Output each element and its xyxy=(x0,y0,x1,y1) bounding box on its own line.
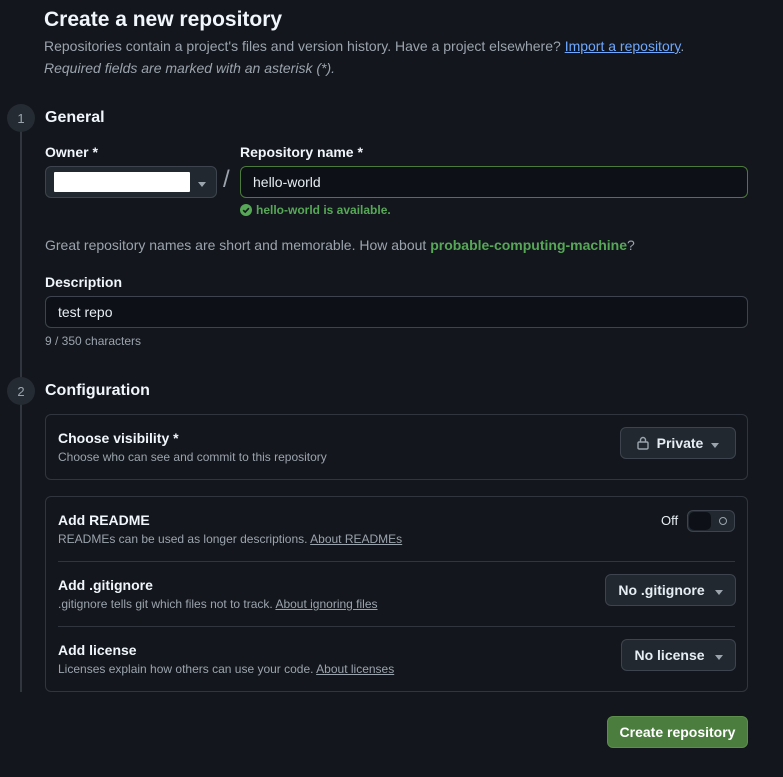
section-general-title: General xyxy=(45,109,105,126)
step-connector-line xyxy=(20,120,22,692)
visibility-title: Choose visibility * xyxy=(58,430,179,446)
repository-name-label: Repository name * xyxy=(240,144,363,160)
owner-avatar-redacted xyxy=(54,172,190,192)
caret-down-icon xyxy=(714,582,723,598)
visibility-dropdown[interactable]: Private xyxy=(620,427,736,459)
character-count: 9 / 350 characters xyxy=(45,334,142,348)
readme-title: Add README xyxy=(58,512,150,528)
availability-message: hello-world is available. xyxy=(240,203,391,217)
gitignore-desc-text: .gitignore tells git which files not to … xyxy=(58,597,273,611)
step-2-badge: 2 xyxy=(7,377,35,405)
page-title: Create a new repository xyxy=(44,8,283,31)
availability-text: hello-world is available. xyxy=(256,203,391,217)
name-suggestion: Great repository names are short and mem… xyxy=(45,237,635,253)
license-desc-text: Licenses explain how others can use your… xyxy=(58,662,314,676)
readme-toggle-state: Off xyxy=(661,513,679,528)
description-input[interactable]: test repo xyxy=(45,296,748,328)
lock-icon xyxy=(636,436,649,450)
visibility-value: Private xyxy=(656,435,704,451)
divider xyxy=(58,626,735,627)
step-1-badge: 1 xyxy=(7,104,35,132)
suggestion-suffix: ? xyxy=(626,237,635,253)
owner-label: Owner * xyxy=(45,144,98,160)
toggle-off-indicator-icon xyxy=(719,517,727,525)
about-licenses-link[interactable]: About licenses xyxy=(316,662,394,676)
suggested-name-link[interactable]: probable-computing-machine xyxy=(430,237,627,253)
caret-down-icon xyxy=(714,647,723,663)
visibility-description: Choose who can see and commit to this re… xyxy=(58,450,327,464)
repository-name-value: hello-world xyxy=(253,174,321,190)
owner-repo-separator: / xyxy=(223,166,230,193)
license-title: Add license xyxy=(58,642,137,658)
subtitle-text: Repositories contain a project's files a… xyxy=(44,38,561,54)
about-readmes-link[interactable]: About READMEs xyxy=(310,532,402,546)
gitignore-dropdown[interactable]: No .gitignore xyxy=(605,574,736,606)
section-configuration-title: Configuration xyxy=(45,382,150,399)
subtitle-end: . xyxy=(680,38,685,54)
description-value: test repo xyxy=(58,304,113,320)
options-panel: Add README READMEs can be used as longer… xyxy=(45,496,748,692)
caret-down-icon xyxy=(711,435,720,451)
license-value: No license xyxy=(634,647,705,663)
divider xyxy=(58,561,735,562)
description-label: Description xyxy=(45,274,123,290)
license-description: Licenses explain how others can use your… xyxy=(58,662,394,676)
page-subtitle: Repositories contain a project's files a… xyxy=(44,38,684,54)
gitignore-value: No .gitignore xyxy=(618,582,705,598)
repository-name-input[interactable]: hello-world xyxy=(240,166,748,198)
visibility-panel: Choose visibility * Choose who can see a… xyxy=(45,414,748,480)
readme-toggle[interactable] xyxy=(687,510,735,532)
caret-down-icon xyxy=(198,174,206,190)
required-note: Required fields are marked with an aster… xyxy=(44,60,336,76)
suggestion-prefix: Great repository names are short and mem… xyxy=(45,237,427,253)
readme-description: READMEs can be used as longer descriptio… xyxy=(58,532,402,546)
owner-select[interactable] xyxy=(45,166,217,198)
gitignore-description: .gitignore tells git which files not to … xyxy=(58,597,378,611)
create-repository-button[interactable]: Create repository xyxy=(607,716,748,748)
readme-desc-text: READMEs can be used as longer descriptio… xyxy=(58,532,308,546)
import-repository-link[interactable]: Import a repository xyxy=(565,38,681,54)
toggle-knob xyxy=(689,512,711,530)
check-circle-icon xyxy=(240,204,252,216)
gitignore-title: Add .gitignore xyxy=(58,577,153,593)
license-dropdown[interactable]: No license xyxy=(621,639,736,671)
about-ignoring-files-link[interactable]: About ignoring files xyxy=(275,597,377,611)
